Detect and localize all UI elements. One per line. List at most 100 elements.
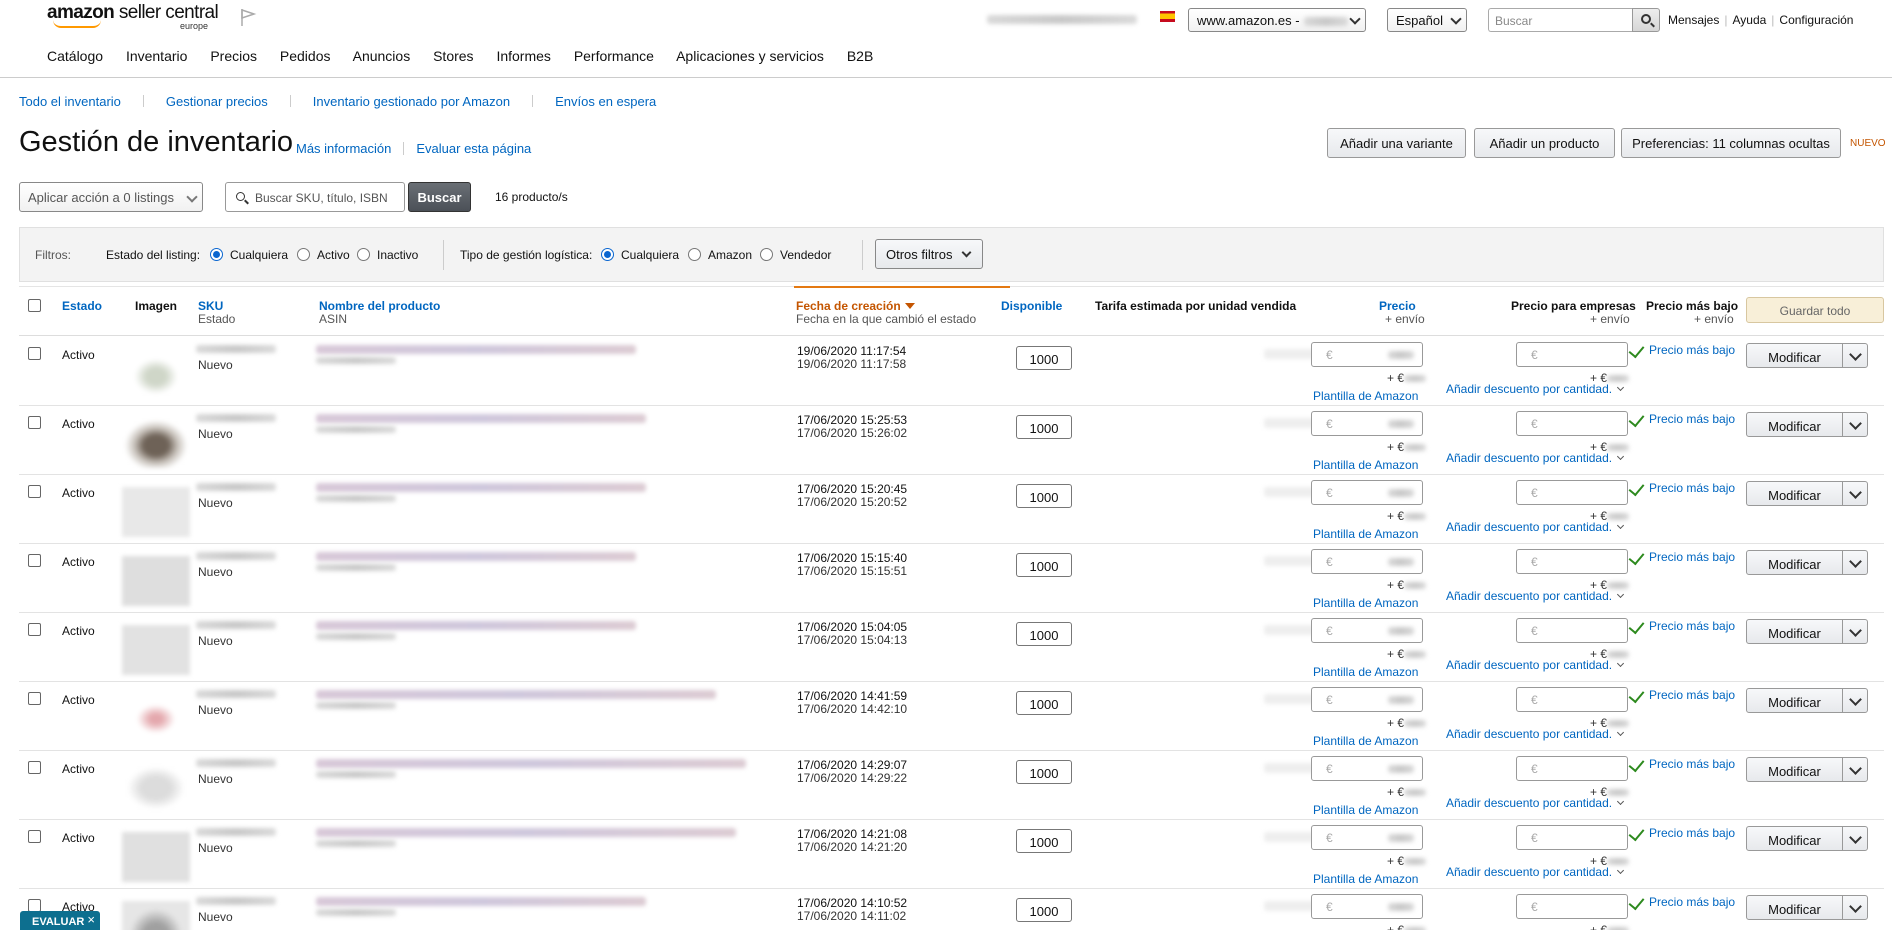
more-info-link[interactable]: Más información: [296, 141, 391, 156]
product-name-redacted[interactable]: [316, 759, 746, 768]
product-name-redacted[interactable]: [316, 414, 646, 423]
preferences-button[interactable]: Preferencias: 11 columnas ocultas: [1621, 128, 1841, 158]
sku-redacted[interactable]: [196, 621, 276, 629]
price-input[interactable]: €: [1311, 618, 1423, 643]
nav-inventario[interactable]: Inventario: [126, 48, 187, 64]
inventory-search-input[interactable]: Buscar SKU, título, ISBN: [225, 182, 405, 212]
seller-central-logo[interactable]: amazon seller central europe: [47, 2, 219, 32]
rate-page-link[interactable]: Evaluar esta página: [416, 141, 531, 156]
product-thumbnail[interactable]: [122, 418, 190, 468]
col-sku[interactable]: SKU: [198, 299, 223, 313]
quantity-input[interactable]: 1000: [1016, 898, 1072, 922]
price-input[interactable]: €: [1311, 480, 1423, 505]
product-thumbnail[interactable]: [122, 832, 190, 882]
price-input[interactable]: €: [1311, 342, 1423, 367]
lowest-price-link[interactable]: Precio más bajo: [1649, 757, 1735, 771]
listing-any-radio[interactable]: Cualquiera: [210, 248, 288, 262]
quantity-input[interactable]: 1000: [1016, 622, 1072, 646]
product-thumbnail[interactable]: [122, 694, 190, 744]
col-price[interactable]: Precio: [1379, 299, 1416, 313]
modify-dropdown-button[interactable]: [1842, 619, 1868, 644]
shipping-template-link[interactable]: Plantilla de Amazon: [1313, 665, 1418, 679]
quantity-input[interactable]: 1000: [1016, 484, 1072, 508]
lowest-price-link[interactable]: Precio más bajo: [1649, 826, 1735, 840]
sku-redacted[interactable]: [196, 759, 276, 767]
quantity-discount-link[interactable]: Añadir descuento por cantidad.: [1446, 520, 1625, 534]
nav-apps-services[interactable]: Aplicaciones y servicios: [676, 48, 824, 64]
subnav-shipments-pending[interactable]: Envíos en espera: [555, 94, 656, 109]
subnav-all-inventory[interactable]: Todo el inventario: [19, 94, 121, 109]
price-input[interactable]: €: [1311, 687, 1423, 712]
col-available[interactable]: Disponible: [1001, 299, 1062, 313]
sku-redacted[interactable]: [196, 690, 276, 698]
settings-link[interactable]: Configuración: [1779, 13, 1853, 27]
lowest-price-link[interactable]: Precio más bajo: [1649, 481, 1735, 495]
nav-performance[interactable]: Performance: [574, 48, 654, 64]
feedback-tab[interactable]: EVALUAR ×: [20, 911, 100, 930]
modify-button[interactable]: Modificar: [1746, 688, 1843, 713]
shipping-template-link[interactable]: Plantilla de Amazon: [1313, 458, 1418, 472]
add-product-button[interactable]: Añadir un producto: [1474, 128, 1615, 158]
row-checkbox[interactable]: [28, 485, 41, 498]
business-price-input[interactable]: €: [1516, 480, 1628, 505]
row-checkbox[interactable]: [28, 554, 41, 567]
shipping-template-link[interactable]: Plantilla de Amazon: [1313, 734, 1418, 748]
modify-button[interactable]: Modificar: [1746, 826, 1843, 851]
col-estado[interactable]: Estado: [62, 299, 102, 313]
nav-catalogo[interactable]: Catálogo: [47, 48, 103, 64]
product-name-redacted[interactable]: [316, 621, 636, 630]
shipping-template-link[interactable]: Plantilla de Amazon: [1313, 803, 1418, 817]
price-input[interactable]: €: [1311, 894, 1423, 919]
quantity-discount-link[interactable]: Añadir descuento por cantidad.: [1446, 727, 1625, 741]
price-input[interactable]: €: [1311, 825, 1423, 850]
subnav-manage-prices[interactable]: Gestionar precios: [166, 94, 268, 109]
bulk-action-select[interactable]: Aplicar acción a 0 listings: [19, 182, 203, 212]
nav-b2b[interactable]: B2B: [847, 48, 873, 64]
top-search-button[interactable]: [1632, 8, 1660, 32]
price-input[interactable]: €: [1311, 756, 1423, 781]
flag-icon[interactable]: [238, 7, 258, 27]
listing-inactive-radio[interactable]: Inactivo: [357, 248, 418, 262]
sku-redacted[interactable]: [196, 897, 276, 905]
shipping-template-link[interactable]: Plantilla de Amazon: [1313, 596, 1418, 610]
nav-informes[interactable]: Informes: [496, 48, 550, 64]
quantity-discount-link[interactable]: Añadir descuento por cantidad.: [1446, 451, 1625, 465]
modify-dropdown-button[interactable]: [1842, 757, 1868, 782]
modify-dropdown-button[interactable]: [1842, 826, 1868, 851]
modify-dropdown-button[interactable]: [1842, 688, 1868, 713]
price-input[interactable]: €: [1311, 549, 1423, 574]
nav-anuncios[interactable]: Anuncios: [353, 48, 411, 64]
business-price-input[interactable]: €: [1516, 342, 1628, 367]
shipping-template-link[interactable]: Plantilla de Amazon: [1313, 872, 1418, 886]
modify-dropdown-button[interactable]: [1842, 343, 1868, 368]
quantity-discount-link[interactable]: Añadir descuento por cantidad.: [1446, 589, 1625, 603]
sku-redacted[interactable]: [196, 552, 276, 560]
select-all-checkbox[interactable]: [28, 299, 41, 312]
product-thumbnail[interactable]: [122, 349, 190, 399]
subnav-fba-inventory[interactable]: Inventario gestionado por Amazon: [313, 94, 510, 109]
lowest-price-link[interactable]: Precio más bajo: [1649, 343, 1735, 357]
modify-button[interactable]: Modificar: [1746, 757, 1843, 782]
business-price-input[interactable]: €: [1516, 825, 1628, 850]
messages-link[interactable]: Mensajes: [1668, 13, 1719, 27]
close-icon[interactable]: ×: [87, 912, 95, 927]
quantity-input[interactable]: 1000: [1016, 346, 1072, 370]
product-thumbnail[interactable]: [122, 487, 190, 537]
row-checkbox[interactable]: [28, 416, 41, 429]
product-name-redacted[interactable]: [316, 828, 736, 837]
shipping-template-link[interactable]: Plantilla de Amazon: [1313, 389, 1418, 403]
product-name-redacted[interactable]: [316, 552, 636, 561]
more-filters-button[interactable]: Otros filtros: [875, 239, 983, 269]
modify-button[interactable]: Modificar: [1746, 343, 1843, 368]
product-thumbnail[interactable]: [122, 625, 190, 675]
marketplace-select[interactable]: www.amazon.es -: [1188, 8, 1366, 32]
lowest-price-link[interactable]: Precio más bajo: [1649, 550, 1735, 564]
product-thumbnail[interactable]: [122, 763, 190, 813]
lowest-price-link[interactable]: Precio más bajo: [1649, 895, 1735, 909]
quantity-input[interactable]: 1000: [1016, 829, 1072, 853]
modify-button[interactable]: Modificar: [1746, 481, 1843, 506]
sku-redacted[interactable]: [196, 828, 276, 836]
quantity-input[interactable]: 1000: [1016, 553, 1072, 577]
modify-button[interactable]: Modificar: [1746, 550, 1843, 575]
sku-redacted[interactable]: [196, 483, 276, 491]
